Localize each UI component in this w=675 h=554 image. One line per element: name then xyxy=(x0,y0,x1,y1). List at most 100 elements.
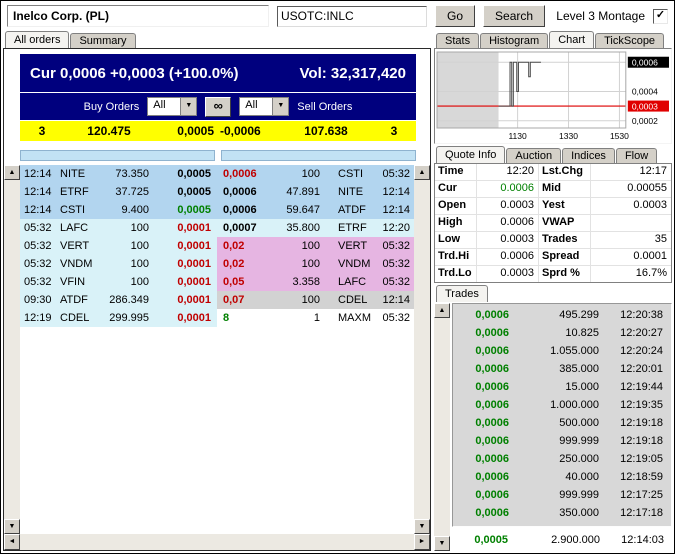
scroll-track[interactable] xyxy=(4,180,20,519)
buy-order-row[interactable]: 12:14 CSTI 9.400 0,0005 xyxy=(20,201,217,219)
trades-scrollbar[interactable]: ▲ ▼ xyxy=(434,303,450,551)
order-price: 0,0006 xyxy=(223,204,257,216)
sell-order-row[interactable]: 0,05 3.358 LAFC 05:32 xyxy=(217,273,414,291)
sell-order-row[interactable]: 0,0006 59.647 ATDF 12:14 xyxy=(217,201,414,219)
sell-order-row[interactable]: 0,0006 100 CSTI 05:32 xyxy=(217,165,414,183)
trade-row[interactable]: 0,0006 1.055.000 12:20:24 xyxy=(453,342,671,360)
order-size: 100 xyxy=(130,276,149,288)
buy-depth-bar xyxy=(20,150,215,161)
buy-scrollbar[interactable]: ▲ ▼ xyxy=(4,165,20,534)
tab-tickscope[interactable]: TickScope xyxy=(595,33,665,48)
scroll-right-button[interactable]: ► xyxy=(414,534,430,550)
tab-chart[interactable]: Chart xyxy=(549,31,595,48)
order-size: 100 xyxy=(130,240,149,252)
ask-size: 107.638 xyxy=(304,124,348,138)
trade-time: 12:19:35 xyxy=(620,399,663,411)
sell-order-row[interactable]: 0,02 100 VNDM 05:32 xyxy=(217,255,414,273)
trade-time: 12:19:05 xyxy=(620,453,663,465)
quote-label: VWAP xyxy=(539,215,591,231)
svg-text:0,0006: 0,0006 xyxy=(632,57,658,67)
order-size: 100 xyxy=(301,240,320,252)
tab-quote-info[interactable]: Quote Info xyxy=(436,146,506,163)
buy-filter-select[interactable]: All ▼ xyxy=(147,97,198,116)
trade-row[interactable]: 0,0006 10.825 12:20:27 xyxy=(453,324,671,342)
quote-value: 0.0006 xyxy=(477,215,539,231)
top-bar: Inelco Corp. (PL) Go Search Level 3 Mont… xyxy=(1,1,674,31)
buy-order-row[interactable]: 12:14 NITE 73.350 0,0005 xyxy=(20,165,217,183)
tab-indices[interactable]: Indices xyxy=(562,148,615,163)
sell-scrollbar[interactable]: ▲ ▼ xyxy=(414,165,430,534)
tab-trades[interactable]: Trades xyxy=(436,285,488,302)
sell-order-row[interactable]: 0,07 100 CDEL 12:14 xyxy=(217,291,414,309)
quote-value: 0.0001 xyxy=(633,250,667,262)
quote-label: Cur xyxy=(435,181,477,197)
chevron-down-icon: ▼ xyxy=(180,98,197,115)
montage-hscrollbar[interactable]: ◄ ► xyxy=(4,534,430,550)
svg-text:0,0004: 0,0004 xyxy=(632,87,658,97)
info-panel: Stats Histogram Chart TickScope 1130 1330 153… xyxy=(434,31,672,551)
trade-row[interactable]: 0,0005 2.900.000 12:14:03 xyxy=(452,531,672,549)
buy-order-row[interactable]: 12:19 CDEL 299.995 0,0001 xyxy=(20,309,217,327)
scroll-up-button[interactable]: ▲ xyxy=(414,165,430,180)
level3-montage-checkbox[interactable]: ✓ xyxy=(653,8,668,24)
scroll-up-button[interactable]: ▲ xyxy=(434,303,450,318)
quote-tabs: Quote Info Auction Indices Flow xyxy=(434,146,672,163)
buy-order-row[interactable]: 05:32 VNDM 100 0,0001 xyxy=(20,255,217,273)
scroll-track[interactable] xyxy=(20,534,414,550)
trade-row[interactable]: 0,0006 495.299 12:20:38 xyxy=(453,306,671,324)
buy-order-row[interactable]: 09:30 ATDF 286.349 0,0001 xyxy=(20,291,217,309)
tab-all-orders[interactable]: All orders xyxy=(5,31,70,48)
orders-tabs: All orders Summary xyxy=(3,31,431,48)
order-mm: LAFC xyxy=(338,276,367,288)
link-filters-button[interactable]: ∞ xyxy=(205,96,232,117)
buy-order-row[interactable]: 05:32 LAFC 100 0,0001 xyxy=(20,219,217,237)
search-button[interactable]: Search xyxy=(483,5,546,27)
chart-tabs: Stats Histogram Chart TickScope xyxy=(434,31,672,48)
scroll-track[interactable] xyxy=(414,180,430,519)
order-price: 0,0001 xyxy=(177,258,211,270)
trade-row[interactable]: 0,0006 500.000 12:19:18 xyxy=(453,414,671,432)
app-window: Inelco Corp. (PL) Go Search Level 3 Mont… xyxy=(0,0,675,554)
trade-row[interactable]: 0,0006 999.999 12:17:25 xyxy=(453,486,671,504)
bbo-summary-bar: 3 120.475 0,0005 -0,0006 107.638 3 xyxy=(20,121,416,141)
trade-row[interactable]: 0,0006 15.000 12:19:44 xyxy=(453,378,671,396)
scroll-down-button[interactable]: ▼ xyxy=(4,519,20,534)
tab-flow[interactable]: Flow xyxy=(615,148,658,163)
order-price: 0,07 xyxy=(223,294,245,306)
tab-histogram[interactable]: Histogram xyxy=(480,33,549,48)
tab-auction[interactable]: Auction xyxy=(506,148,562,163)
trade-row[interactable]: 0,0006 350.000 12:17:18 xyxy=(453,504,671,522)
scroll-down-button[interactable]: ▼ xyxy=(434,536,450,551)
sell-filter-select[interactable]: All ▼ xyxy=(239,97,290,116)
trade-price: 0,0006 xyxy=(475,309,509,321)
buy-order-row[interactable]: 12:14 ETRF 37.725 0,0005 xyxy=(20,183,217,201)
order-price: 8 xyxy=(223,312,230,324)
buy-orders-table: 12:14 NITE 73.350 0,0005 12:14 ETRF 37.725 0,00… xyxy=(20,165,217,327)
sell-order-row[interactable]: 8 1 MAXM 05:32 xyxy=(217,309,414,327)
scroll-left-button[interactable]: ◄ xyxy=(4,534,20,550)
tab-stats[interactable]: Stats xyxy=(436,33,480,48)
trades-section: ▲ ▼ 0,0006 495.299 12:20:38 0,0006 10.825 12:… xyxy=(434,303,672,551)
sell-order-row[interactable]: 0,0007 35.800 ETRF 12:20 xyxy=(217,219,414,237)
instrument-title: Inelco Corp. (PL) xyxy=(7,5,269,27)
scroll-track[interactable] xyxy=(434,318,450,536)
trade-row[interactable]: 0,0006 385.000 12:20:01 xyxy=(453,360,671,378)
buy-order-row[interactable]: 05:32 VERT 100 0,0001 xyxy=(20,237,217,255)
trade-size: 1.000.000 xyxy=(550,399,599,411)
trade-row[interactable]: 0,0006 250.000 12:19:05 xyxy=(453,450,671,468)
scroll-down-button[interactable]: ▼ xyxy=(414,519,430,534)
order-size: 299.995 xyxy=(109,312,149,324)
go-button[interactable]: Go xyxy=(435,5,476,27)
order-price: 0,0001 xyxy=(177,222,211,234)
order-tables: 12:14 NITE 73.350 0,0005 12:14 ETRF 37.725 0,00… xyxy=(20,165,414,534)
trade-row[interactable]: 0,0006 1.000.000 12:19:35 xyxy=(453,396,671,414)
svg-text:0,0003: 0,0003 xyxy=(632,101,658,111)
sell-order-row[interactable]: 0,02 100 VERT 05:32 xyxy=(217,237,414,255)
sell-order-row[interactable]: 0,0006 47.891 NITE 12:14 xyxy=(217,183,414,201)
buy-order-row[interactable]: 05:32 VFIN 100 0,0001 xyxy=(20,273,217,291)
trade-row[interactable]: 0,0006 999.999 12:19:18 xyxy=(453,432,671,450)
tab-summary[interactable]: Summary xyxy=(70,33,136,48)
scroll-up-button[interactable]: ▲ xyxy=(4,165,20,180)
symbol-input[interactable] xyxy=(277,5,427,27)
trade-row[interactable]: 0,0006 40.000 12:18:59 xyxy=(453,468,671,486)
